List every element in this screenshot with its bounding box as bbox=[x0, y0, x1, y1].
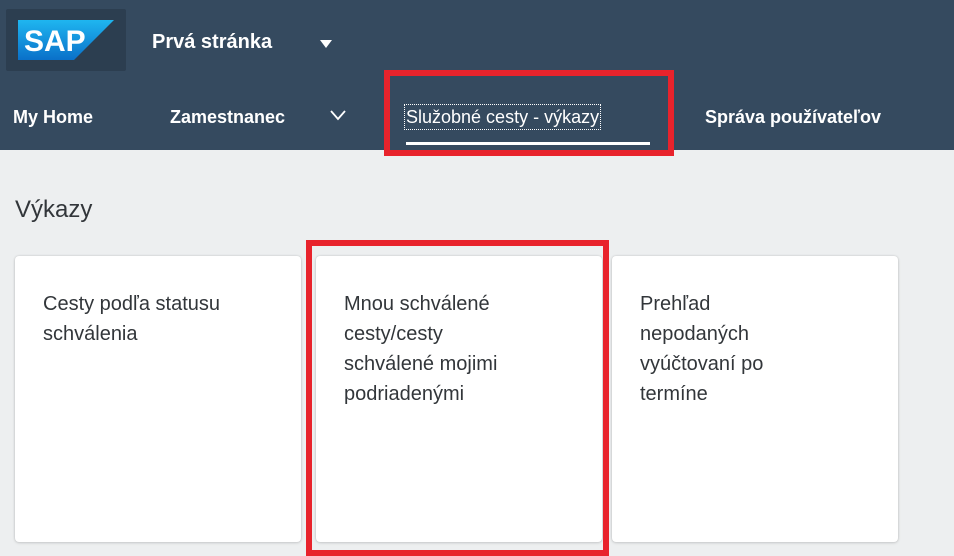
section-title: Výkazy bbox=[15, 196, 93, 223]
nav-item-sluzobne-cesty[interactable]: Služobné cesty - výkazy bbox=[403, 104, 602, 130]
shell-bar: SAP Prvá stránka My Home Zamestnanec Slu… bbox=[0, 0, 954, 150]
tile-title: Mnou schválené cesty/cesty schválené moj… bbox=[344, 293, 498, 405]
app-title[interactable]: Prvá stránka bbox=[152, 30, 272, 54]
sap-logo[interactable]: SAP bbox=[6, 9, 126, 71]
chevron-down-icon[interactable] bbox=[330, 108, 346, 122]
tile-title: Prehľad nepodaných vyúčtovaní po termíne bbox=[640, 293, 764, 405]
caret-down-icon[interactable] bbox=[320, 40, 332, 48]
tile-prehlad-nepodanych[interactable]: Prehľad nepodaných vyúčtovaní po termíne bbox=[612, 256, 898, 542]
nav-item-sprava-pouzivatelov[interactable]: Správa používateľov bbox=[705, 106, 881, 128]
svg-text:SAP: SAP bbox=[24, 25, 86, 58]
tile-cesty-podla-statusu[interactable]: Cesty podľa statusu schválenia bbox=[15, 256, 301, 542]
nav-item-my-home[interactable]: My Home bbox=[13, 106, 93, 128]
selected-tab-underline bbox=[406, 142, 650, 145]
tile-mnou-schvalene-cesty[interactable]: Mnou schválené cesty/cesty schválené moj… bbox=[316, 256, 602, 542]
nav-item-zamestnanec[interactable]: Zamestnanec bbox=[170, 106, 285, 128]
sap-logo-icon: SAP bbox=[18, 20, 114, 60]
tile-title: Cesty podľa statusu schválenia bbox=[43, 293, 221, 345]
